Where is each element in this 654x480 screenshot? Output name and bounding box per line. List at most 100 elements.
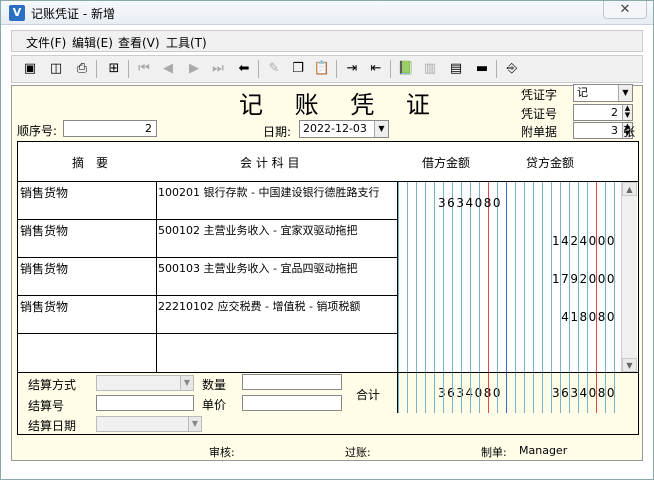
row-credit[interactable]: 418080 [508,310,616,324]
paste-icon[interactable]: 📋 [312,60,332,78]
toolbar-separator [258,60,259,78]
amount-divider [398,182,399,372]
amount-divider [515,373,516,413]
voucher-title: 记 账 凭 证 [239,91,442,119]
amount-divider [425,373,426,413]
menu-file[interactable]: 文件(F) [26,34,66,51]
amount-divider [488,182,489,372]
book-icon[interactable]: 📗 [396,60,416,78]
settle-date-picker[interactable]: ▼ [96,416,202,432]
row-account[interactable]: 500102 主营业务收入 - 宜家双驱动拖把 [158,222,357,238]
amount-divider [533,373,534,413]
date-picker[interactable]: 2022-12-03 ▼ [299,120,389,138]
menu-tools[interactable]: 工具(T) [166,34,207,51]
close-button[interactable]: ✕ [603,1,647,19]
row-summary[interactable]: 销售货物 [20,222,68,239]
grid-line [18,219,398,220]
chevron-down-icon[interactable]: ▼ [188,417,201,431]
attachment-unit: 张 [623,125,636,139]
row-credit[interactable]: 1424000 [508,234,616,248]
price-field[interactable] [242,395,342,411]
amount-divider [398,373,399,413]
audit-label: 审核: [209,446,235,459]
grid-line [18,333,398,334]
menu-edit[interactable]: 编辑(E) [72,34,113,51]
chevron-down-icon[interactable]: ▼ [374,121,388,137]
seq-field[interactable]: 2 [63,120,157,137]
back-arrow-icon[interactable]: ⬅ [234,60,254,78]
scroll-down-icon[interactable]: ▼ [622,358,637,372]
copy-icon[interactable]: ❐ [288,60,308,78]
amount-divider [416,182,417,372]
amount-divider [506,373,507,413]
maker-label: 制单: [481,446,507,459]
scroll-up-icon[interactable]: ▲ [622,182,637,196]
amount-divider [461,373,462,413]
row-debit[interactable]: 3634080 [404,196,502,210]
next-record-icon[interactable]: ▶ [184,60,204,78]
header-account: 会 计 科 目 [240,156,300,170]
voucher-type-label: 凭证字 [521,88,558,102]
grid-scrollbar[interactable]: ▲ ▼ [621,182,637,372]
row-credit[interactable]: 1792000 [508,272,616,286]
print-icon[interactable]: ⎙ [72,60,92,78]
amount-divider [434,182,435,372]
amount-divider [452,373,453,413]
amount-divider [470,373,471,413]
prev-record-icon[interactable]: ◀ [158,60,178,78]
delete-row-icon[interactable]: ⇤ [366,60,386,78]
settle-no-label: 结算号 [28,399,65,413]
balance-icon[interactable]: ▬ [472,60,492,78]
toolbar-separator [390,60,391,78]
preview-icon[interactable]: ◫ [46,60,66,78]
amount-divider [407,373,408,413]
edit-icon[interactable]: ✎ [264,60,284,78]
amount-divider [461,182,462,372]
amount-divider [470,182,471,372]
quantity-field[interactable] [242,374,342,390]
voucher-no-value: 2 [611,106,618,119]
app-icon: V [9,5,25,21]
amount-divider [434,373,435,413]
export-icon[interactable]: ⊞ [104,60,124,78]
spinner-icon[interactable]: ▲ ▼ [622,105,632,120]
row-account[interactable]: 22210102 应交税费 - 增值税 - 销项税额 [158,298,360,314]
monitor-icon[interactable]: ▤ [446,60,466,78]
amount-divider [425,182,426,372]
row-account[interactable]: 100201 银行存款 - 中国建设银行德胜路支行 [158,184,379,200]
toolbar-separator [496,60,497,78]
menu-bar: 文件(F) 编辑(E) 查看(V) 工具(T) [11,30,643,52]
column-icon[interactable]: ▥ [420,60,440,78]
chevron-down-icon[interactable]: ▼ [618,85,632,101]
amount-divider [443,373,444,413]
grid-line [18,295,398,296]
toolbar-separator [128,60,129,78]
attachment-label: 附单据 [521,125,558,139]
menu-view[interactable]: 查看(V) [118,34,160,51]
amount-divider [506,182,507,372]
settle-no-field[interactable] [96,395,194,411]
row-summary[interactable]: 销售货物 [20,184,68,201]
price-label: 单价 [202,398,227,412]
last-record-icon[interactable]: ⏭ [208,60,228,78]
amount-divider [416,373,417,413]
voucher-type-select[interactable]: 记 ▼ [573,84,633,102]
exit-icon[interactable]: ⎆ [502,60,522,78]
amount-divider [578,373,579,413]
save-icon[interactable]: ▣ [20,60,40,78]
amount-divider [551,373,552,413]
row-summary[interactable]: 销售货物 [20,260,68,277]
settle-method-label: 结算方式 [28,378,77,392]
header-summary: 摘 要 [72,156,109,170]
first-record-icon[interactable]: ⏮ [134,60,154,78]
voucher-type-value: 记 [577,86,588,99]
row-account[interactable]: 500103 主营业务收入 - 宜品四驱动拖把 [158,260,357,276]
amount-divider [605,373,606,413]
voucher-no-field[interactable]: 2 ▲ ▼ [573,104,633,121]
chevron-down-icon[interactable]: ▼ [180,376,193,390]
voucher-window: V 记账凭证 - 新增 ✕ 文件(F) 编辑(E) 查看(V) 工具(T) ▣ … [0,0,654,480]
insert-row-icon[interactable]: ⇥ [342,60,362,78]
settle-method-select[interactable]: ▼ [96,375,194,391]
row-summary[interactable]: 销售货物 [20,298,68,315]
amount-divider [524,373,525,413]
